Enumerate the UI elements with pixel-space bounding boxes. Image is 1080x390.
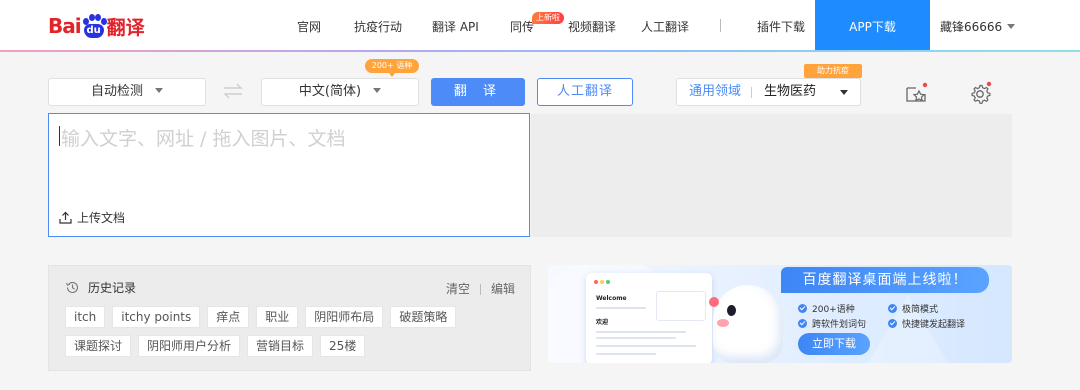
nav-video-translate[interactable]: 视频翻译 [568, 0, 616, 52]
banner-title: 百度翻译桌面端上线啦！ [781, 267, 989, 293]
human-translate-button[interactable]: 人工翻译 [537, 78, 633, 106]
app-download-button[interactable]: APP下载 [815, 0, 930, 51]
history-title: 历史记录 [88, 281, 137, 295]
username: 藏锋66666 [940, 20, 1003, 34]
favorites-star-icon[interactable] [903, 80, 929, 106]
domain-select[interactable]: 通用领域 生物医药 [676, 78, 861, 106]
history-tag[interactable]: 营销目标 [247, 335, 314, 357]
banner-download-button[interactable]: 立即下载 [798, 333, 870, 355]
nav-human-translate[interactable]: 人工翻译 [641, 0, 689, 52]
history-tag[interactable]: 课题探讨 [65, 335, 132, 357]
swap-arrows-icon[interactable] [222, 82, 244, 100]
preview-heading-text: 欢迎 [596, 319, 609, 326]
chevron-down-icon [1007, 24, 1016, 29]
nav-plugin-download[interactable]: 插件下载 [757, 0, 805, 52]
nav-divider [720, 19, 721, 32]
banner-feature-text: 跨软件划词句 [812, 320, 867, 330]
domain-value: 生物医药 [764, 84, 817, 99]
top-nav-bar: Bai du 翻译 官网 抗疫行动 翻译 API 同传 上新啦 视频翻译 人工翻… [0, 0, 1080, 52]
check-circle-icon [888, 319, 897, 328]
user-menu[interactable]: 藏锋66666 [940, 0, 1016, 52]
baidu-paw-icon: du [82, 14, 107, 38]
history-tag[interactable]: itchy points [112, 306, 201, 328]
history-actions: 清空 编辑 [446, 280, 515, 297]
logo-text-du: du [83, 24, 104, 38]
chevron-down-icon [373, 88, 382, 93]
upload-document-button[interactable]: 上传文档 [59, 209, 125, 226]
history-tag-row: 课题探讨 阴阳师用户分析 营销目标 25楼 [65, 335, 525, 357]
check-circle-icon [888, 304, 897, 313]
nav-official-site[interactable]: 官网 [297, 0, 321, 52]
history-tag[interactable]: 痒点 [207, 306, 250, 328]
languages-count-tip: 200+ 语种 [365, 59, 419, 77]
clock-history-icon [66, 281, 78, 293]
translate-button[interactable]: 翻 译 [431, 78, 525, 106]
desktop-app-banner[interactable]: Welcome 欢迎 百度翻译桌面端上线啦！ 200+语种 极简模式 跨软件划词… [548, 265, 1012, 363]
preview-welcome-text: Welcome [596, 295, 627, 302]
nav-translate-api[interactable]: 翻译 API [432, 0, 479, 52]
header-gradient-divider [0, 50, 1080, 52]
divider [479, 284, 481, 295]
history-edit-link[interactable]: 编辑 [491, 282, 515, 296]
history-header: 历史记录 [65, 279, 136, 296]
history-tag[interactable]: itch [65, 306, 106, 328]
logo-text-fanyi: 翻译 [106, 16, 145, 39]
history-clear-link[interactable]: 清空 [446, 282, 470, 296]
chevron-down-icon [155, 88, 163, 93]
assist-epidemic-tip: 助力抗疫 [804, 64, 862, 78]
history-tag[interactable]: 职业 [256, 306, 299, 328]
baidu-fanyi-logo[interactable]: Bai du 翻译 [48, 12, 145, 40]
new-badge: 上新啦 [532, 12, 564, 24]
nav-fight-epidemic[interactable]: 抗疫行动 [354, 0, 402, 52]
gear-icon[interactable] [968, 80, 994, 106]
banner-feature-text: 200+语种 [812, 305, 855, 315]
assist-tip-text: 助力抗疫 [817, 66, 849, 75]
banner-feature-text: 快捷键发起翻译 [902, 320, 966, 330]
logo-text-bai: Bai [48, 14, 82, 38]
check-circle-icon [798, 319, 807, 328]
banner-feature-text: 极简模式 [902, 305, 939, 315]
domain-general-label[interactable]: 通用领域 [689, 79, 741, 105]
upload-document-label: 上传文档 [77, 211, 126, 225]
history-tag-row: itch itchy points 痒点 职业 阴阳师布局 破题策略 [65, 306, 525, 328]
text-cursor [59, 126, 60, 146]
history-panel: 历史记录 清空 编辑 itch itchy points 痒点 职业 阴阳师布局 … [48, 265, 531, 371]
target-language-value: 中文(简体) [298, 84, 362, 99]
history-tag[interactable]: 破题策略 [390, 306, 457, 328]
banner-feature: 极简模式 [888, 302, 938, 315]
translation-output-panel [531, 114, 1012, 237]
source-text-input[interactable]: 输入文字、网址 / 拖入图片、文档 上传文档 [48, 113, 530, 237]
check-circle-icon [798, 304, 807, 313]
domain-divider [751, 87, 752, 98]
history-tags: itch itchy points 痒点 职业 阴阳师布局 破题策略 课题探讨 … [65, 306, 525, 364]
mascot-illustration [709, 285, 783, 363]
nav-simultaneous[interactable]: 同传 [510, 0, 534, 52]
source-language-select[interactable]: 自动检测 [48, 78, 206, 106]
history-tag[interactable]: 阴阳师用户分析 [138, 335, 241, 357]
banner-feature: 快捷键发起翻译 [888, 317, 965, 330]
upload-icon [59, 211, 72, 224]
input-placeholder: 输入文字、网址 / 拖入图片、文档 [61, 128, 346, 150]
history-tag[interactable]: 阴阳师布局 [305, 306, 384, 328]
history-tag[interactable]: 25楼 [320, 335, 366, 357]
source-language-value: 自动检测 [90, 84, 143, 99]
target-language-select[interactable]: 中文(简体) [261, 78, 419, 106]
chevron-down-icon [840, 90, 848, 95]
banner-feature: 跨软件划词句 [798, 317, 866, 330]
banner-feature: 200+语种 [798, 302, 855, 315]
app-preview-window: Welcome 欢迎 [586, 273, 712, 363]
